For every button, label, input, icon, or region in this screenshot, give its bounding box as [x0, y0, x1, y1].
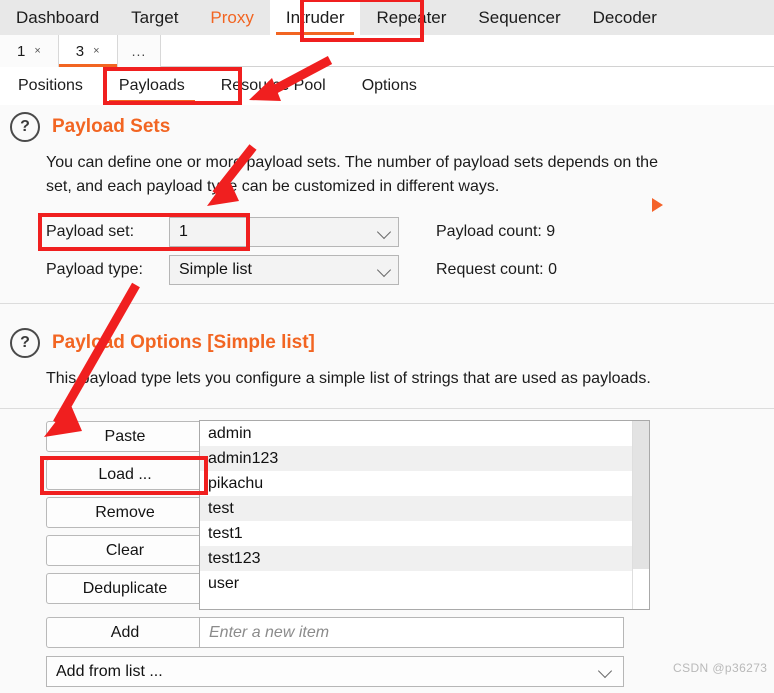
add-button-label: Add	[110, 623, 140, 641]
main-tab-sequencer[interactable]: Sequencer	[462, 0, 576, 35]
payload-list-scrollbar[interactable]	[632, 421, 649, 609]
main-tab-label: Sequencer	[478, 7, 561, 27]
sub-tab-label: Payloads	[118, 77, 185, 94]
close-icon[interactable]: ×	[93, 45, 99, 57]
main-tab-label: Decoder	[592, 7, 657, 27]
chevron-down-icon	[597, 663, 613, 678]
payload-options-title: Payload Options [Simple list]	[52, 332, 315, 353]
payload-options-heading: ? Payload Options [Simple list]	[10, 328, 315, 358]
tab-payloads[interactable]: Payloads	[101, 67, 203, 105]
payload-set-select[interactable]: 1	[169, 217, 399, 247]
section-divider-2	[0, 408, 774, 409]
attack-tab-label: 1	[17, 42, 26, 60]
attack-tab-filler	[161, 35, 774, 67]
close-icon[interactable]: ×	[34, 45, 40, 57]
payload-options-description: This payload type lets you configure a s…	[46, 370, 651, 387]
sub-tab-label: Options	[361, 77, 417, 94]
new-item-input[interactable]: Enter a new item	[199, 617, 624, 648]
payload-list-scroll-thumb[interactable]	[633, 421, 649, 569]
payload-list-rows: admin admin123 pikachu test test1 test12…	[200, 421, 633, 609]
deduplicate-button-label: Deduplicate	[82, 579, 168, 597]
section-divider	[0, 303, 774, 304]
attack-tab-overflow[interactable]: ...	[117, 35, 162, 67]
main-tab-label: Target	[131, 7, 179, 27]
remove-button-label: Remove	[95, 503, 155, 521]
sub-tab-label: Resource Pool	[220, 77, 326, 94]
main-tab-label: Intruder	[285, 7, 345, 27]
attack-tab-overflow-label: ...	[131, 43, 147, 59]
watermark: CSDN @p36273	[673, 661, 768, 675]
tab-options[interactable]: Options	[344, 67, 435, 105]
main-tab-label: Repeater	[376, 7, 447, 27]
attack-tab-bar: 1 × 3 × ...	[0, 35, 774, 67]
sub-tab-label: Positions	[18, 77, 83, 94]
list-item[interactable]: test	[200, 496, 633, 521]
main-tab-proxy[interactable]: Proxy	[194, 0, 269, 35]
chevron-down-icon	[376, 262, 392, 278]
paste-button[interactable]: Paste	[46, 421, 204, 452]
remove-button[interactable]: Remove	[46, 497, 204, 528]
list-item[interactable]: pikachu	[200, 471, 633, 496]
payload-sets-description-line2: set, and each payload type can be custom…	[46, 178, 500, 195]
payload-count: Payload count: 9	[436, 223, 556, 240]
payload-list[interactable]: admin admin123 pikachu test test1 test12…	[199, 420, 650, 610]
question-mark-icon[interactable]: ?	[10, 328, 40, 358]
add-from-list-select[interactable]: Add from list ...	[46, 656, 624, 687]
payload-type-row: Payload type: Simple list Request count:…	[46, 255, 606, 285]
list-item[interactable]: admin	[200, 421, 633, 446]
main-tab-bar: Dashboard Target Proxy Intruder Repeater…	[0, 0, 774, 36]
payload-actions-column: Paste Load ... Remove Clear Deduplicate	[46, 421, 204, 604]
main-tab-intruder[interactable]: Intruder	[269, 0, 361, 35]
list-item[interactable]: test1	[200, 521, 633, 546]
attack-tab-1[interactable]: 1 ×	[0, 35, 59, 67]
add-from-list-label: Add from list ...	[56, 662, 163, 680]
deduplicate-button[interactable]: Deduplicate	[46, 573, 204, 604]
attack-tab-3[interactable]: 3 ×	[58, 35, 118, 67]
payload-type-value: Simple list	[179, 261, 252, 278]
main-tab-label: Proxy	[210, 7, 254, 27]
chevron-down-icon	[376, 224, 392, 240]
question-mark-icon[interactable]: ?	[10, 112, 40, 142]
main-tab-repeater[interactable]: Repeater	[360, 0, 462, 35]
tab-resource-pool[interactable]: Resource Pool	[203, 67, 344, 105]
payload-sets-description-line1: You can define one or more payload sets.…	[46, 154, 658, 171]
sub-tab-bar: Positions Payloads Resource Pool Options	[0, 67, 774, 106]
load-button[interactable]: Load ...	[46, 459, 204, 490]
attack-tab-label: 3	[75, 42, 85, 60]
list-marker-triangle-icon	[652, 198, 663, 212]
payload-set-value: 1	[179, 223, 188, 240]
main-tab-target[interactable]: Target	[115, 0, 194, 35]
paste-button-label: Paste	[104, 427, 146, 445]
payload-type-label: Payload type:	[46, 261, 143, 278]
payload-type-select[interactable]: Simple list	[169, 255, 399, 285]
main-tab-decoder[interactable]: Decoder	[577, 0, 673, 35]
payload-sets-title: Payload Sets	[52, 116, 171, 137]
main-tab-dashboard[interactable]: Dashboard	[0, 0, 115, 35]
payload-set-row: Payload set: 1 Payload count: 9	[46, 217, 606, 247]
list-item[interactable]: user	[200, 571, 633, 596]
tab-positions[interactable]: Positions	[0, 67, 101, 105]
load-button-label: Load ...	[98, 465, 152, 483]
clear-button-label: Clear	[105, 541, 145, 559]
list-item[interactable]: admin123	[200, 446, 633, 471]
payload-set-label: Payload set:	[46, 223, 135, 240]
payloads-panel: ? Payload Sets You can define one or mor…	[0, 105, 774, 693]
list-item[interactable]: test123	[200, 546, 633, 571]
payload-sets-heading: ? Payload Sets	[10, 112, 170, 142]
main-tab-label: Dashboard	[16, 7, 100, 27]
clear-button[interactable]: Clear	[46, 535, 204, 566]
add-button[interactable]: Add	[46, 617, 204, 648]
request-count: Request count: 0	[436, 261, 557, 278]
